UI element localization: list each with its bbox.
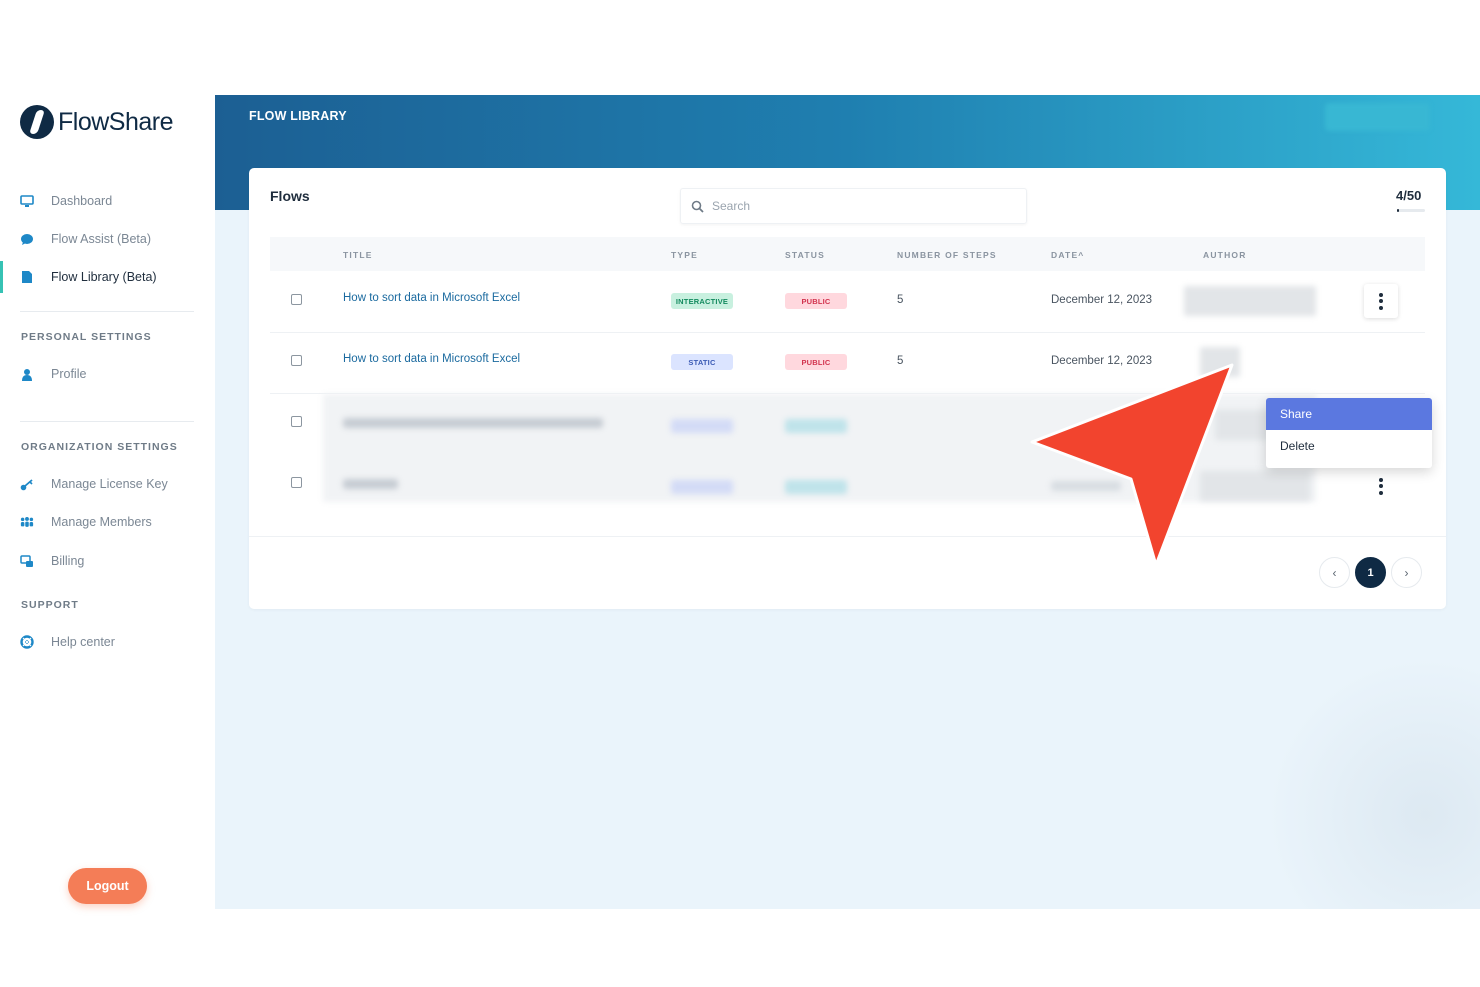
lifebuoy-icon — [20, 635, 34, 649]
row-context-menu: Share Delete — [1266, 398, 1432, 468]
flowshare-logo[interactable]: FlowShare — [20, 105, 174, 139]
pagination-next-button[interactable]: › — [1391, 557, 1422, 588]
sidebar-item-label: Dashboard — [51, 194, 113, 208]
table-row — [270, 455, 1425, 516]
sidebar-item-manage-members[interactable]: Manage Members — [0, 506, 215, 538]
sidebar-item-billing[interactable]: Billing — [0, 545, 215, 577]
chat-bubble-icon — [20, 232, 34, 246]
pagination-page-1[interactable]: 1 — [1355, 557, 1386, 588]
author-redacted — [1200, 471, 1310, 501]
brand-name: FlowShare — [58, 107, 174, 136]
row-more-menu-button[interactable] — [1364, 284, 1398, 318]
sidebar: FlowShare Dashboard Flow Assist (Beta) F… — [0, 95, 215, 909]
sidebar-item-help-center[interactable]: Help center — [0, 626, 215, 658]
sidebar-item-label: Flow Library (Beta) — [51, 270, 157, 284]
flows-card: Flows 4/50 TITLE TYPE STATUS NUMBER OF S… — [249, 168, 1446, 609]
logout-button[interactable]: Logout — [68, 868, 147, 904]
table-row: How to sort data in Microsoft Excel STAT… — [270, 333, 1425, 394]
document-icon — [20, 270, 34, 284]
sidebar-item-flow-assist[interactable]: Flow Assist (Beta) — [0, 223, 215, 255]
redacted-status-badge — [785, 419, 847, 433]
organization-settings-heading: ORGANIZATION SETTINGS — [21, 441, 178, 453]
redacted-status-badge — [785, 480, 847, 494]
redacted-date — [1051, 481, 1121, 491]
search-box[interactable] — [680, 188, 1027, 224]
menu-item-share[interactable]: Share — [1266, 398, 1432, 430]
page-title: FLOW LIBRARY — [249, 109, 347, 123]
divider — [20, 421, 194, 422]
type-badge: STATIC — [671, 354, 733, 370]
table-row — [270, 394, 1425, 455]
pagination-prev-button[interactable]: ‹ — [1319, 557, 1350, 588]
background-decoration — [1265, 655, 1480, 909]
card-title: Flows — [270, 188, 310, 204]
billing-icon — [20, 554, 34, 568]
column-header-title[interactable]: TITLE — [343, 250, 373, 260]
column-header-author[interactable]: AUTHOR — [1203, 250, 1247, 260]
flow-date: December 12, 2023 — [1051, 294, 1153, 306]
row-more-menu-button[interactable] — [1364, 469, 1398, 503]
main-content: FLOW LIBRARY Flows 4/50 TITLE TYPE STATU… — [215, 95, 1480, 909]
redacted-type-badge — [671, 480, 733, 494]
user-icon — [20, 367, 34, 381]
divider — [20, 311, 194, 312]
sidebar-item-dashboard[interactable]: Dashboard — [0, 185, 215, 217]
column-header-status[interactable]: STATUS — [785, 250, 825, 260]
redacted-type-badge — [671, 419, 733, 433]
key-icon — [20, 477, 34, 491]
redacted-title — [343, 418, 603, 428]
sidebar-item-label: Flow Assist (Beta) — [51, 232, 152, 246]
monitor-icon — [20, 194, 34, 208]
flow-count-progress — [1397, 209, 1425, 212]
redacted-title — [343, 479, 398, 489]
row-checkbox[interactable] — [291, 355, 302, 366]
support-heading: SUPPORT — [21, 599, 79, 611]
sidebar-item-flow-library[interactable]: Flow Library (Beta) — [0, 261, 215, 293]
table-row: How to sort data in Microsoft Excel INTE… — [270, 272, 1425, 333]
table-header: TITLE TYPE STATUS NUMBER OF STEPS DATE^ … — [270, 237, 1425, 271]
author-redacted — [1184, 286, 1316, 316]
column-header-date[interactable]: DATE^ — [1051, 250, 1084, 260]
sidebar-item-manage-license-key[interactable]: Manage License Key — [0, 468, 215, 500]
divider — [249, 536, 1446, 537]
search-icon — [691, 200, 704, 213]
steps-count: 5 — [897, 355, 904, 367]
header-action-button[interactable] — [1325, 103, 1430, 131]
row-checkbox[interactable] — [291, 477, 302, 488]
flowshare-logo-icon — [20, 105, 54, 139]
sidebar-item-profile[interactable]: Profile — [0, 358, 215, 390]
steps-count: 5 — [897, 294, 904, 306]
type-badge: INTERACTIVE — [671, 293, 733, 309]
status-badge: PUBLIC — [785, 354, 847, 370]
column-header-type[interactable]: TYPE — [671, 250, 698, 260]
row-checkbox[interactable] — [291, 294, 302, 305]
author-redacted — [1200, 347, 1240, 377]
users-icon — [20, 515, 34, 529]
sidebar-item-label: Manage Members — [51, 515, 152, 529]
flow-date: December 12, 2023 — [1051, 355, 1153, 367]
personal-settings-heading: PERSONAL SETTINGS — [21, 331, 152, 343]
column-header-steps[interactable]: NUMBER OF STEPS — [897, 250, 997, 260]
row-checkbox[interactable] — [291, 416, 302, 427]
sidebar-item-label: Help center — [51, 635, 115, 649]
status-badge: PUBLIC — [785, 293, 847, 309]
flow-title-link[interactable]: How to sort data in Microsoft Excel — [343, 292, 520, 304]
flow-count: 4/50 — [1396, 188, 1422, 203]
sidebar-item-label: Manage License Key — [51, 477, 168, 491]
flow-title-link[interactable]: How to sort data in Microsoft Excel — [343, 353, 520, 365]
search-input[interactable] — [712, 199, 1012, 213]
menu-item-delete[interactable]: Delete — [1266, 430, 1432, 462]
sidebar-item-label: Billing — [51, 554, 85, 568]
sidebar-item-label: Profile — [51, 367, 87, 381]
